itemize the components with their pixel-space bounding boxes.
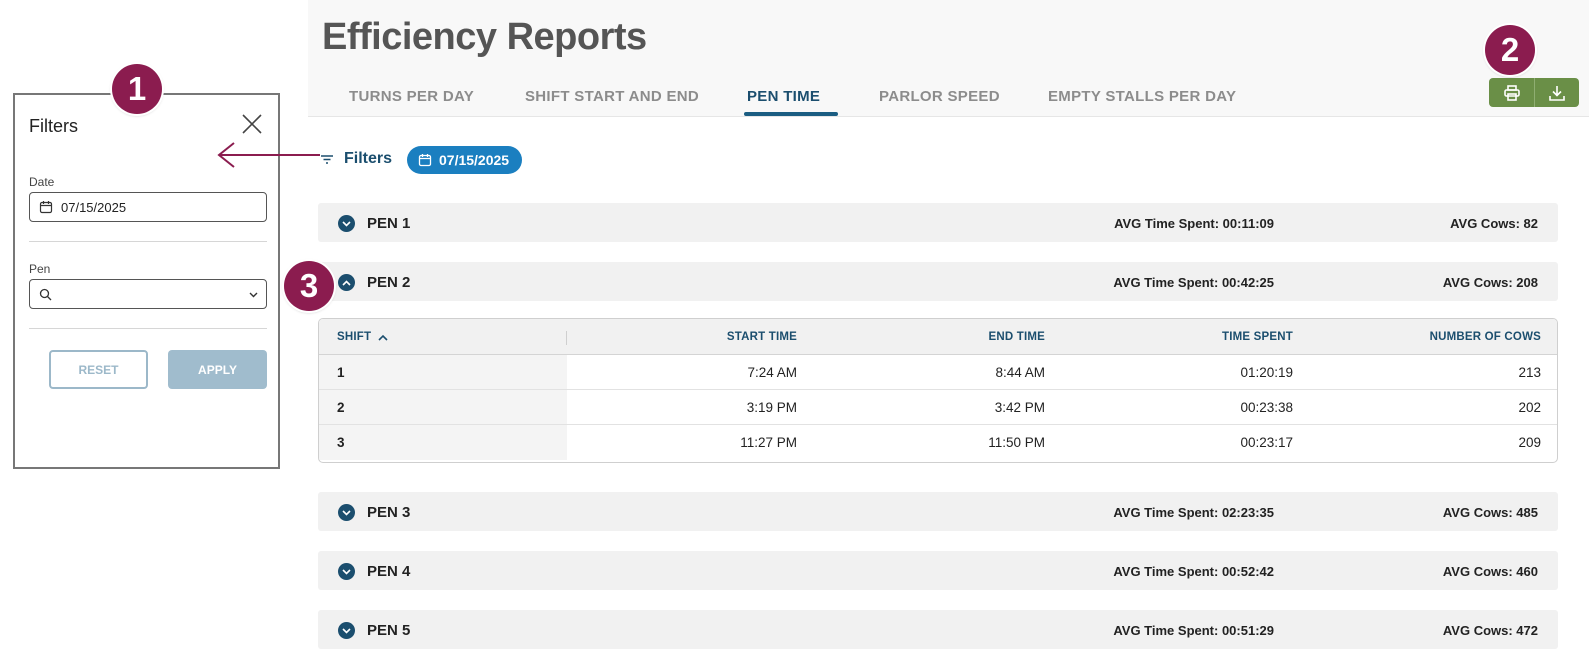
cell-number-of-cows: 202 [1518,400,1541,415]
cell-end-time: 11:50 PM [988,435,1045,450]
column-header-time-spent[interactable]: TIME SPENT [1222,331,1293,343]
cell-end-time: 8:44 AM [995,365,1045,380]
active-tab-indicator [744,112,838,116]
chevron-down-icon[interactable] [338,504,355,521]
download-icon [1549,85,1565,101]
pen-name: PEN 3 [367,504,411,521]
filters-label: Filters [344,150,393,167]
cell-shift: 3 [337,435,345,450]
chevron-down-icon [249,292,258,298]
column-header-start-time[interactable]: START TIME [727,331,797,343]
pen-name: PEN 1 [367,215,411,232]
pen-row-2[interactable]: PEN 2 AVG Time Spent: 00:42:25 AVG Cows:… [318,262,1558,301]
header: Efficiency Reports TURNS PER DAY SHIFT S… [308,0,1589,117]
table-row: 1 7:24 AM 8:44 AM 01:20:19 213 [319,355,1557,390]
table-row: 3 11:27 PM 11:50 PM 00:23:17 209 [319,425,1557,460]
pen-row-1[interactable]: PEN 1 AVG Time Spent: 00:11:09 AVG Cows:… [318,203,1558,242]
cell-start-time: 11:27 PM [740,435,797,450]
cell-time-spent: 00:23:38 [1240,400,1293,415]
tab-parlor-speed[interactable]: PARLOR SPEED [879,88,1000,105]
calendar-icon [39,201,53,214]
cell-start-time: 7:24 AM [747,365,797,380]
table-header: SHIFT START TIME END TIME TIME SPENT NUM… [319,319,1557,355]
pen-name: PEN 2 [367,274,411,291]
pen-avg-time: AVG Time Spent: 00:42:25 [1113,275,1274,290]
pen-avg-cows: AVG Cows: 208 [1442,275,1538,290]
pen-avg-cows: AVG Cows: 460 [1442,564,1538,579]
annotation-arrow [217,142,320,168]
pen-2-shift-table: SHIFT START TIME END TIME TIME SPENT NUM… [318,318,1558,463]
reset-button[interactable]: RESET [49,350,148,389]
pen-avg-cows: AVG Cows: 485 [1442,505,1538,520]
cell-shift: 2 [337,400,345,415]
filters-panel-title: Filters [29,116,78,136]
callout-badge-2: 2 [1485,25,1535,75]
download-button[interactable] [1534,78,1579,107]
apply-button[interactable]: APPLY [168,350,267,389]
sort-ascending-icon [378,334,388,341]
printer-icon [1503,84,1520,101]
pen-name: PEN 5 [367,622,411,639]
column-header-shift[interactable]: SHIFT [337,331,388,343]
pen-select[interactable] [29,279,267,309]
close-icon[interactable] [241,113,263,135]
divider [29,241,267,242]
cell-time-spent: 00:23:17 [1240,435,1293,450]
date-field[interactable]: 07/15/2025 [29,192,267,222]
cell-end-time: 3:42 PM [994,400,1045,415]
tab-pen-time[interactable]: PEN TIME [747,88,820,105]
page-title: Efficiency Reports [322,16,647,58]
cell-time-spent: 01:20:19 [1240,365,1293,380]
efficiency-reports-app: Efficiency Reports TURNS PER DAY SHIFT S… [308,0,1589,667]
tab-turns-per-day[interactable]: TURNS PER DAY [349,88,474,105]
pen-avg-time: AVG Time Spent: 00:11:09 [1114,216,1274,231]
chevron-down-icon[interactable] [338,622,355,639]
chevron-up-icon[interactable] [338,274,355,291]
column-divider [566,331,567,345]
table-row: 2 3:19 PM 3:42 PM 00:23:38 202 [319,390,1557,425]
date-filter-chip[interactable]: 07/15/2025 [407,146,522,174]
pen-row-3[interactable]: PEN 3 AVG Time Spent: 02:23:35 AVG Cows:… [318,492,1558,531]
date-field-label: Date [29,175,55,189]
cell-shift: 1 [337,365,345,380]
cell-start-time: 3:19 PM [746,400,797,415]
tab-shift-start-and-end[interactable]: SHIFT START AND END [525,88,699,105]
print-button[interactable] [1489,78,1534,107]
chevron-down-icon[interactable] [338,215,355,232]
chevron-down-icon[interactable] [338,563,355,580]
callout-badge-1: 1 [112,64,162,114]
pen-row-4[interactable]: PEN 4 AVG Time Spent: 00:52:42 AVG Cows:… [318,551,1558,590]
pen-avg-time: AVG Time Spent: 00:51:29 [1113,623,1274,638]
date-chip-label: 07/15/2025 [439,152,510,168]
divider [29,328,267,329]
callout-badge-3: 3 [284,261,334,311]
column-header-number-of-cows[interactable]: NUMBER OF COWS [1430,331,1541,343]
pen-avg-time: AVG Time Spent: 00:52:42 [1113,564,1274,579]
date-field-value: 07/15/2025 [61,199,127,215]
calendar-icon [418,154,432,167]
cell-number-of-cows: 209 [1518,435,1541,450]
search-icon [39,288,52,300]
pen-avg-cows: AVG Cows: 82 [1450,216,1538,231]
pen-avg-cows: AVG Cows: 472 [1442,623,1538,638]
pen-row-5[interactable]: PEN 5 AVG Time Spent: 00:51:29 AVG Cows:… [318,610,1558,649]
pen-field-label: Pen [29,262,51,276]
pen-name: PEN 4 [367,563,411,580]
tab-empty-stalls-per-day[interactable]: EMPTY STALLS PER DAY [1048,88,1236,105]
pen-avg-time: AVG Time Spent: 02:23:35 [1113,505,1274,520]
cell-number-of-cows: 213 [1518,365,1541,380]
filters-toggle[interactable]: Filters [320,150,392,168]
column-header-end-time[interactable]: END TIME [988,331,1045,343]
report-actions [1489,78,1579,107]
